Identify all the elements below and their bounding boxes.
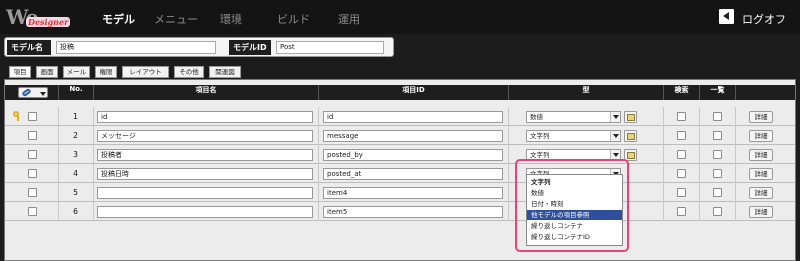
back-icon[interactable]	[719, 9, 734, 24]
item-name-input[interactable]: 投稿日時	[97, 168, 313, 180]
row-number: 3	[73, 150, 78, 159]
model-name-field[interactable]: 投稿	[56, 41, 216, 54]
nav-operation[interactable]: 運用	[338, 11, 360, 27]
chevron-down-icon	[610, 112, 620, 122]
item-id-input[interactable]: message	[323, 130, 503, 142]
row-number: 6	[73, 207, 78, 216]
row-number: 1	[73, 112, 78, 121]
search-checkbox[interactable]	[677, 112, 686, 121]
search-checkbox[interactable]	[677, 188, 686, 197]
model-name-label: モデル名	[7, 40, 51, 55]
detail-button[interactable]: 詳細	[749, 149, 773, 161]
item-id-input[interactable]: item4	[323, 187, 503, 199]
row-number: 4	[73, 169, 78, 178]
list-checkbox[interactable]	[713, 169, 722, 178]
link-menu-button[interactable]	[18, 87, 48, 98]
search-checkbox[interactable]	[677, 169, 686, 178]
chevron-down-icon	[610, 131, 620, 141]
table-row: 1 id id 数値 詳細	[5, 107, 795, 126]
list-checkbox[interactable]	[713, 131, 722, 140]
tab-layout[interactable]: レイアウト	[122, 66, 169, 78]
chevron-down-icon	[40, 92, 46, 96]
link-icon	[21, 87, 32, 98]
item-id-input[interactable]: posted_by	[323, 149, 503, 161]
detail-button[interactable]: 詳細	[749, 187, 773, 199]
tab-permission[interactable]: 権限	[95, 66, 117, 78]
model-header: モデル名 投稿 モデルID Post	[4, 37, 394, 57]
list-checkbox[interactable]	[713, 207, 722, 216]
table-row: 4 投稿日時 posted_at 文字列 詳細	[5, 164, 795, 183]
tab-screen[interactable]: 画面	[36, 66, 58, 78]
header-list: 一覧	[699, 85, 735, 100]
items-grid: No. 項目名 項目ID 型 検索 一覧 1 id id 数値 詳細 2 メッセ…	[4, 79, 796, 261]
type-edit-icon[interactable]	[624, 111, 637, 123]
list-checkbox[interactable]	[713, 150, 722, 159]
model-id-field[interactable]: Post	[276, 41, 384, 54]
search-checkbox[interactable]	[677, 207, 686, 216]
logo-subtitle: Designer	[26, 17, 71, 27]
tab-other[interactable]: その他	[174, 66, 204, 78]
row-number: 2	[73, 131, 78, 140]
model-id-label: モデルID	[229, 40, 271, 55]
type-select[interactable]: 文字列	[526, 130, 621, 142]
tab-mail[interactable]: メール	[63, 66, 90, 78]
table-row: 2 メッセージ message 文字列 詳細	[5, 126, 795, 145]
row-select-checkbox[interactable]	[28, 188, 37, 197]
header-no: No.	[58, 85, 93, 100]
search-checkbox[interactable]	[677, 131, 686, 140]
item-name-input[interactable]: メッセージ	[97, 130, 313, 142]
nav-model[interactable]: モデル	[102, 11, 135, 27]
detail-button[interactable]: 詳細	[749, 168, 773, 180]
item-name-input[interactable]	[97, 206, 313, 218]
row-select-checkbox[interactable]	[28, 169, 37, 178]
detail-button[interactable]: 詳細	[749, 111, 773, 123]
header-item-id: 項目ID	[318, 85, 508, 100]
search-checkbox[interactable]	[677, 150, 686, 159]
grid-header: No. 項目名 項目ID 型 検索 一覧	[5, 85, 795, 100]
table-row: 5 item4 詳細	[5, 183, 795, 202]
table-row: 6 item5 詳細	[5, 202, 795, 221]
header-actions	[735, 85, 795, 100]
logout-link[interactable]: ログオフ	[742, 11, 786, 27]
row-select-checkbox[interactable]	[28, 207, 37, 216]
app-logo[interactable]: We Designer	[6, 5, 72, 29]
nav-environment[interactable]: 環境	[220, 11, 242, 27]
type-select[interactable]: 数値	[526, 111, 621, 123]
type-edit-icon[interactable]	[624, 130, 637, 142]
table-row: 3 投稿者 posted_by 文字列 詳細	[5, 145, 795, 164]
tab-relation-diagram[interactable]: 関連図	[209, 66, 241, 78]
list-checkbox[interactable]	[713, 112, 722, 121]
list-checkbox[interactable]	[713, 188, 722, 197]
row-number: 5	[73, 188, 78, 197]
primary-key-icon	[13, 111, 22, 121]
detail-button[interactable]: 詳細	[749, 206, 773, 218]
header-type: 型	[508, 85, 663, 100]
row-select-checkbox[interactable]	[28, 131, 37, 140]
row-select-checkbox[interactable]	[28, 150, 37, 159]
item-id-input[interactable]: posted_at	[323, 168, 503, 180]
header-search: 検索	[663, 85, 699, 100]
nav-build[interactable]: ビルド	[277, 11, 310, 27]
detail-button[interactable]: 詳細	[749, 130, 773, 142]
tab-items[interactable]: 項目	[9, 66, 31, 78]
callout-highlight-box	[515, 159, 629, 252]
item-id-input[interactable]: id	[323, 111, 503, 123]
top-nav-bar: We Designer モデル メニュー 環境 ビルド 運用 ログオフ	[0, 0, 800, 34]
header-item-name: 項目名	[93, 85, 318, 100]
item-name-input[interactable]: 投稿者	[97, 149, 313, 161]
nav-menu[interactable]: メニュー	[154, 11, 198, 27]
row-select-checkbox[interactable]	[28, 112, 37, 121]
item-id-input[interactable]: item5	[323, 206, 503, 218]
item-name-input[interactable]: id	[97, 111, 313, 123]
item-name-input[interactable]	[97, 187, 313, 199]
